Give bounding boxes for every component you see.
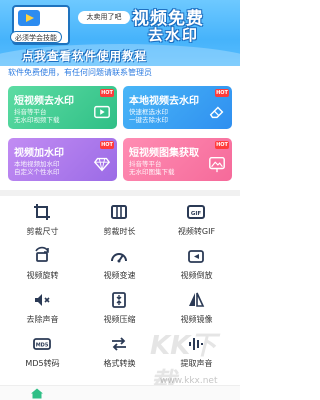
notice-text: 软件免费使用，有任何问题请联系管理员 — [8, 68, 152, 77]
tool-label: MD5转码 — [25, 359, 60, 368]
tutorial-banner[interactable]: 太卖用了吧 必须学会技能 视频免费 去水印 点我查看软件使用教程 — [0, 0, 240, 66]
tool-label: 视频转GIF — [177, 227, 216, 236]
tool-label: 格式转换 — [103, 359, 136, 368]
hot-badge: HOT — [100, 141, 114, 149]
card-title: 视频加水印 — [14, 148, 64, 159]
card-title: 本地视频去水印 — [129, 96, 199, 107]
tool-format-convert[interactable]: 格式转换 — [81, 332, 158, 370]
banner-tag: 必须学会技能 — [10, 31, 62, 43]
hot-badge: HOT — [100, 89, 114, 97]
tool-speed[interactable]: 视频变速 — [81, 244, 158, 282]
banner-title-2: 去水印 — [148, 26, 200, 44]
gif-icon: GIF — [187, 205, 205, 219]
tool-rotate[interactable]: 视频旋转 — [4, 244, 81, 282]
card-video-watermark-remove[interactable]: 短视频去水印 抖音等平台 无水印视频下载 HOT — [8, 86, 117, 129]
card-add-watermark[interactable]: 视频加水印 本地视频加水印 自定义个性水印 HOT — [8, 138, 117, 181]
bottom-nav — [0, 385, 240, 400]
tool-label: 视频压缩 — [103, 315, 136, 324]
rotate-icon — [35, 246, 49, 262]
card-title: 短视频去水印 — [14, 96, 74, 107]
film-cut-icon — [111, 205, 127, 219]
tool-label: 视频倒放 — [180, 271, 213, 280]
tool-remove-audio[interactable]: 去除声音 — [4, 288, 81, 326]
video-play-icon — [18, 10, 40, 26]
tool-label: 视频镜像 — [180, 315, 213, 324]
speed-icon — [111, 253, 127, 263]
card-image-collection[interactable]: 短视频图集获取 抖音等平台 无水印图集下载 HOT — [123, 138, 232, 181]
card-desc: 本地视频加水印 自定义个性水印 — [14, 160, 60, 176]
tool-label: 去除声音 — [26, 315, 59, 324]
section-divider — [0, 190, 240, 196]
svg-text:MD5: MD5 — [36, 343, 49, 349]
hot-badge: HOT — [215, 141, 229, 149]
card-local-watermark-remove[interactable]: 本地视频去水印 快速框选水印 一键去除水印 HOT — [123, 86, 232, 129]
video-play-icon — [94, 105, 110, 119]
mute-icon — [35, 294, 50, 306]
tool-label: 剪裁尺寸 — [26, 227, 59, 236]
mirror-icon — [189, 292, 205, 307]
eraser-icon — [209, 106, 224, 119]
compress-icon — [112, 292, 126, 308]
tool-trim-duration[interactable]: 剪裁时长 — [81, 200, 158, 238]
card-title: 短视频图集获取 — [129, 148, 199, 159]
tool-label: 视频变速 — [103, 271, 136, 280]
tool-label: 剪裁时长 — [103, 227, 136, 236]
tool-mirror[interactable]: 视频镜像 — [158, 288, 235, 326]
card-desc: 快速框选水印 一键去除水印 — [129, 108, 168, 124]
tool-md5[interactable]: MD5 MD5转码 — [4, 332, 81, 370]
md5-icon: MD5 — [33, 338, 51, 350]
tool-reverse[interactable]: 视频倒放 — [158, 244, 235, 282]
banner-tip: 太卖用了吧 — [78, 11, 130, 24]
tool-crop-size[interactable]: 剪裁尺寸 — [4, 200, 81, 238]
svg-text:GIF: GIF — [191, 211, 202, 217]
hot-badge: HOT — [215, 89, 229, 97]
tool-video-to-gif[interactable]: GIF 视频转GIF — [158, 200, 235, 238]
image-download-icon — [209, 156, 225, 173]
tool-label: 视频旋转 — [26, 271, 59, 280]
tool-compress[interactable]: 视频压缩 — [81, 288, 158, 326]
card-desc: 抖音等平台 无水印图集下载 — [129, 160, 175, 176]
diamond-icon — [93, 157, 111, 172]
banner-subtitle: 点我查看软件使用教程 — [22, 49, 147, 63]
reverse-icon — [188, 250, 204, 263]
card-desc: 抖音等平台 无水印视频下载 — [14, 108, 60, 124]
crop-icon — [34, 204, 50, 220]
format-icon — [112, 337, 126, 351]
home-icon[interactable] — [30, 388, 44, 399]
